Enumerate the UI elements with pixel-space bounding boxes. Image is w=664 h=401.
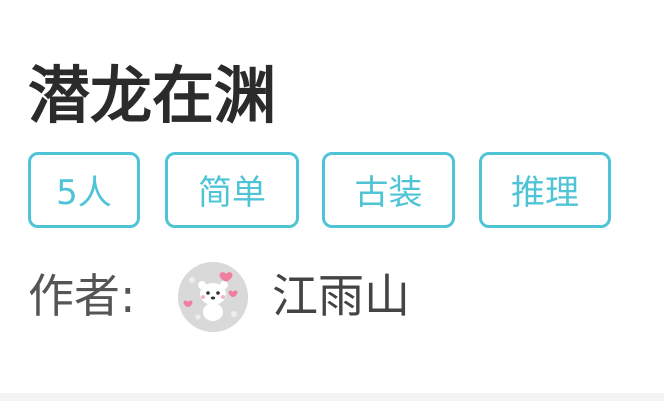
cartoon-avatar-icon [178,262,248,332]
tag-difficulty[interactable]: 简单 [165,152,299,228]
tag-list: 5人 简单 古装 推理 [28,152,628,232]
author-avatar[interactable] [178,262,248,332]
author-label: 作者: [28,269,136,323]
tag-genre-costume[interactable]: 古装 [322,152,455,228]
tag-players[interactable]: 5人 [28,152,140,228]
bottom-divider [0,393,664,401]
author-name[interactable]: 江雨山 [272,266,410,326]
tag-genre-mystery[interactable]: 推理 [479,152,611,228]
author-row: 作者: 江雨山 [28,262,648,332]
script-title: 潜龙在渊 [28,59,277,132]
